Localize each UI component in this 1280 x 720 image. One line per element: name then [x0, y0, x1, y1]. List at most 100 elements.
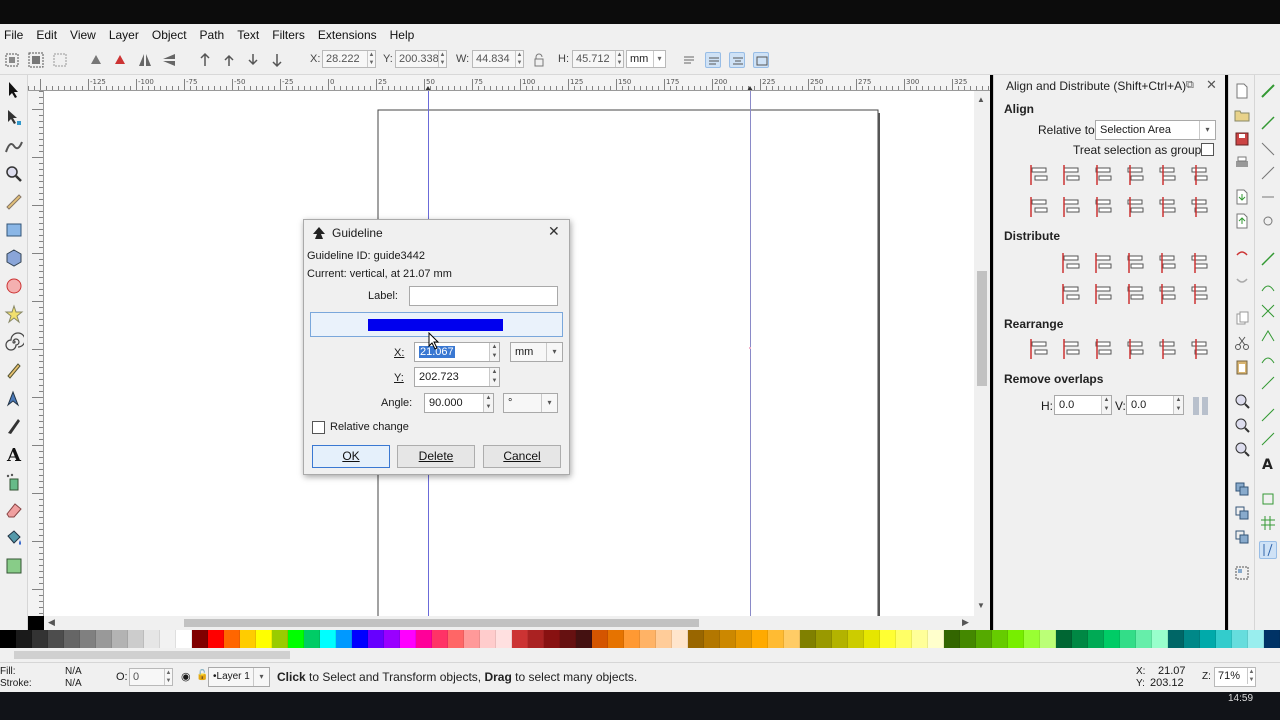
vertical-ruler[interactable] [28, 91, 44, 616]
delete-button[interactable]: Delete [397, 445, 475, 468]
snap-path-intersections-icon[interactable] [1260, 303, 1276, 319]
palette-swatch[interactable] [288, 630, 304, 648]
stroke-value[interactable]: N/A [65, 678, 82, 689]
group-icon[interactable] [1234, 565, 1250, 581]
move-patterns-icon[interactable] [753, 52, 769, 68]
guide-y-spinbox[interactable]: 202.723 ▲ ▼ [414, 367, 500, 387]
palette-swatch[interactable] [800, 630, 816, 648]
selector-tool-icon[interactable] [3, 79, 25, 101]
new-document-icon[interactable] [1234, 83, 1250, 99]
palette-swatch[interactable] [1248, 630, 1264, 648]
snap-enable-icon[interactable] [1260, 83, 1276, 99]
palette-swatch[interactable] [80, 630, 96, 648]
spiral-tool-icon[interactable] [3, 331, 25, 353]
cut-icon[interactable] [1234, 335, 1250, 351]
palette-swatch[interactable] [1216, 630, 1232, 648]
layer-lock-icon[interactable]: 🔓 [196, 670, 208, 681]
palette-swatch[interactable] [992, 630, 1008, 648]
palette-scrollbar[interactable] [0, 648, 1280, 662]
3d-box-tool-icon[interactable] [3, 247, 25, 269]
palette-swatch[interactable] [128, 630, 144, 648]
angle-unit-select[interactable]: ° ▾ [503, 393, 558, 413]
zoom-page-icon[interactable] [1234, 441, 1250, 457]
undo-icon[interactable] [1234, 247, 1250, 263]
palette-swatch[interactable] [768, 630, 784, 648]
distribute-icon[interactable] [1188, 251, 1212, 275]
unit-select[interactable]: mm ▾ [626, 50, 666, 68]
palette-swatch[interactable] [208, 630, 224, 648]
gradient-tool-icon[interactable] [3, 555, 25, 577]
panel-iconify-icon[interactable]: ⧉ [1186, 79, 1194, 92]
palette-swatch[interactable] [544, 630, 560, 648]
select-all-icon[interactable] [4, 52, 20, 68]
palette-swatch[interactable] [736, 630, 752, 648]
star-tool-icon[interactable] [3, 303, 25, 325]
snap-midpoints-icon[interactable] [1260, 375, 1276, 391]
print-icon[interactable] [1234, 155, 1250, 171]
tweak-tool-icon[interactable] [3, 135, 25, 157]
color-palette[interactable] [0, 630, 1280, 648]
rearrange-icon[interactable] [1028, 337, 1052, 361]
raise-icon[interactable] [221, 52, 237, 68]
snap-paths-icon[interactable] [1260, 279, 1276, 295]
eraser-tool-icon[interactable] [3, 499, 25, 521]
export-icon[interactable] [1234, 213, 1250, 229]
palette-swatch[interactable] [720, 630, 736, 648]
raise-to-top-icon[interactable] [197, 52, 213, 68]
palette-swatch[interactable] [1232, 630, 1248, 648]
zoom-spinbox[interactable]: 71% ▲ ▼ [1214, 667, 1256, 687]
palette-swatch[interactable] [48, 630, 64, 648]
palette-swatch[interactable] [112, 630, 128, 648]
ok-button[interactable]: OK [312, 445, 390, 468]
palette-swatch[interactable] [176, 630, 192, 648]
horizontal-ruler[interactable]: -125 -100 -75 -50 -25 0 25 50 75 100 125 150 175 200 2… [28, 75, 990, 91]
palette-swatch[interactable] [240, 630, 256, 648]
flip-vertical-icon[interactable] [161, 52, 177, 68]
palette-swatch[interactable] [608, 630, 624, 648]
text-tool-icon[interactable]: A [3, 443, 25, 465]
palette-swatch[interactable] [1152, 630, 1168, 648]
snap-bbox-midpoints-icon[interactable] [1260, 189, 1276, 205]
guide-unit-select[interactable]: mm ▾ [510, 342, 563, 362]
select-all-layers-icon[interactable] [28, 52, 44, 68]
palette-swatch[interactable] [640, 630, 656, 648]
redo-icon[interactable] [1234, 271, 1250, 287]
palette-swatch[interactable] [352, 630, 368, 648]
palette-swatch[interactable] [576, 630, 592, 648]
distribute-icon[interactable] [1060, 282, 1084, 306]
align-icon[interactable] [1060, 163, 1084, 187]
clone-icon[interactable] [1234, 505, 1250, 521]
lock-ratio-icon[interactable] [531, 52, 547, 68]
palette-swatch[interactable] [1200, 630, 1216, 648]
treat-group-checkbox[interactable] [1201, 143, 1214, 156]
palette-swatch[interactable] [496, 630, 512, 648]
copy-icon[interactable] [1234, 311, 1250, 327]
menu-object[interactable]: Object [152, 28, 187, 42]
palette-swatch[interactable] [160, 630, 176, 648]
palette-swatch[interactable] [224, 630, 240, 648]
relative-change-checkbox[interactable] [312, 421, 325, 434]
menu-filters[interactable]: Filters [272, 28, 305, 42]
palette-swatch[interactable] [832, 630, 848, 648]
zoom-selection-icon[interactable] [1234, 393, 1250, 409]
snap-smooth-nodes-icon[interactable] [1260, 351, 1276, 367]
rearrange-icon[interactable] [1188, 337, 1212, 361]
save-icon[interactable] [1234, 131, 1250, 147]
palette-swatch[interactable] [1184, 630, 1200, 648]
flip-horizontal-icon[interactable] [137, 52, 153, 68]
vertical-scrollbar[interactable]: ▲ ▼ [974, 91, 990, 616]
palette-swatch[interactable] [944, 630, 960, 648]
align-icon[interactable] [1124, 163, 1148, 187]
align-icon[interactable] [1124, 195, 1148, 219]
pen-tool-icon[interactable] [3, 387, 25, 409]
palette-swatch[interactable] [848, 630, 864, 648]
distribute-icon[interactable] [1092, 282, 1116, 306]
x-spinbox[interactable]: 28.222 ▲ ▼ [322, 50, 376, 68]
palette-swatch[interactable] [592, 630, 608, 648]
snap-bbox-icon[interactable] [1260, 115, 1276, 131]
snap-nodes-icon[interactable] [1260, 251, 1276, 267]
paint-bucket-tool-icon[interactable] [3, 527, 25, 549]
palette-swatch[interactable] [144, 630, 160, 648]
palette-swatch[interactable] [784, 630, 800, 648]
fill-value[interactable]: N/A [65, 666, 82, 677]
